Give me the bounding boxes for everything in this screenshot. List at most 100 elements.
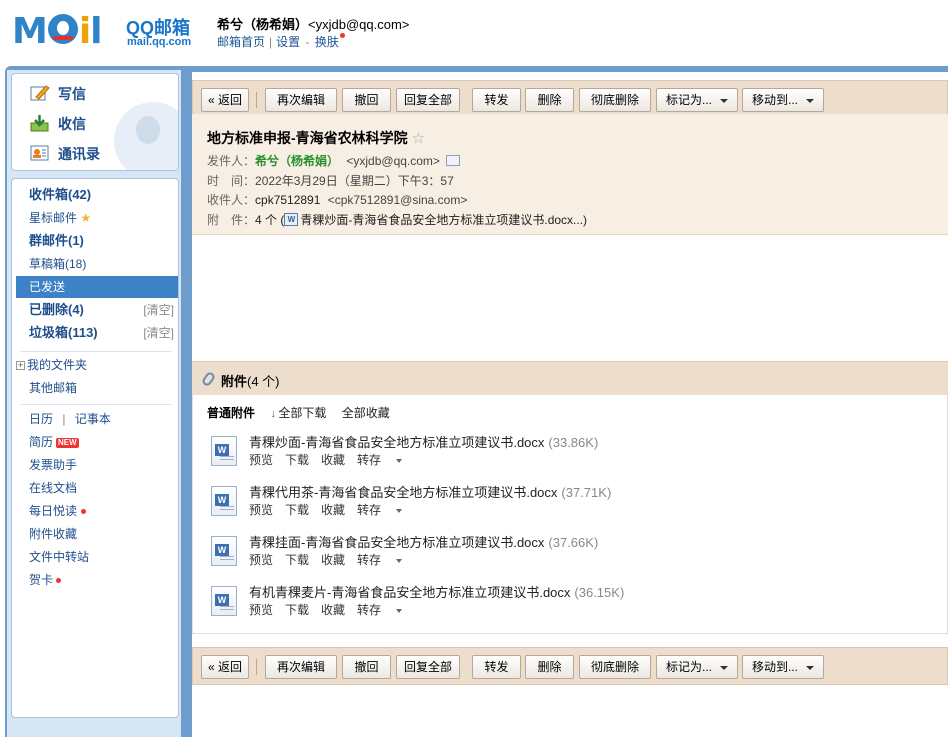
app-invoice-assistant[interactable]: 发票助手 xyxy=(12,454,178,476)
contacts-button[interactable]: 通讯录 xyxy=(30,143,100,165)
attachments-panel: 普通附件 ↓全部下载 全部收藏 青稞炒面-青海省食品安全地方标准立项建议书.do… xyxy=(192,395,948,634)
download-link[interactable]: 下载 xyxy=(285,503,309,517)
settings-link[interactable]: 设置 xyxy=(276,35,300,49)
mark-as-dropdown[interactable]: 标记为... xyxy=(656,88,738,112)
preview-link[interactable]: 预览 xyxy=(249,603,273,617)
download-link[interactable]: 下载 xyxy=(285,603,309,617)
folder-starred[interactable]: 星标邮件 ★ xyxy=(12,207,178,229)
transfer-dropdown[interactable]: 转存 xyxy=(357,553,403,567)
forward-button[interactable]: 转发 xyxy=(472,655,521,679)
user-display-name: 希兮（杨希娟） xyxy=(217,17,309,32)
star-toggle-icon[interactable]: ☆ xyxy=(412,130,425,147)
attachment-name[interactable]: 青稞炒面-青海省食品安全地方标准立项建议书.docx xyxy=(249,435,544,450)
app-greeting-cards[interactable]: 贺卡 xyxy=(12,569,178,591)
forward-button[interactable]: 转发 xyxy=(472,88,521,112)
app-attachment-favorites[interactable]: 附件收藏 xyxy=(12,523,178,545)
recipient-name[interactable]: cpk7512891 xyxy=(255,193,320,207)
top-toolbar: « 返回 再次编辑 撤回 回复全部 转发 删除 彻底删除 标记为... 移动到.… xyxy=(192,80,948,118)
app-file-transfer[interactable]: 文件中转站 xyxy=(12,546,178,568)
recall-button[interactable]: 撤回 xyxy=(342,655,391,679)
folder-deleted[interactable]: 已删除(4) [清空] xyxy=(12,299,178,321)
reply-all-button[interactable]: 回复全部 xyxy=(396,655,460,679)
empty-deleted-button[interactable]: [清空] xyxy=(143,299,174,321)
delete-button[interactable]: 删除 xyxy=(525,655,574,679)
empty-spam-button[interactable]: [清空] xyxy=(143,322,174,344)
attachments-title: 附件 xyxy=(221,374,248,389)
word-doc-icon[interactable] xyxy=(211,486,237,516)
receive-button[interactable]: 收信 xyxy=(30,113,86,135)
folder-sent[interactable]: 已发送 xyxy=(16,276,178,298)
save-link[interactable]: 收藏 xyxy=(321,553,345,567)
mark-as-dropdown[interactable]: 标记为... xyxy=(656,655,738,679)
transfer-dropdown[interactable]: 转存 xyxy=(357,503,403,517)
delete-forever-button[interactable]: 彻底删除 xyxy=(579,655,651,679)
save-link[interactable]: 收藏 xyxy=(321,603,345,617)
attachment-item: 青稞炒面-青海省食品安全地方标准立项建议书.docx (33.86K) 预览下载收… xyxy=(207,430,927,474)
compose-button[interactable]: 写信 xyxy=(30,83,86,105)
back-button[interactable]: « 返回 xyxy=(201,655,249,679)
preview-link[interactable]: 预览 xyxy=(249,453,273,467)
attachment-size: (37.66K) xyxy=(548,535,599,550)
word-doc-icon[interactable] xyxy=(211,436,237,466)
attachment-size: (37.71K) xyxy=(561,485,612,500)
attachment-name[interactable]: 有机青稞麦片-青海省食品安全地方标准立项建议书.docx xyxy=(249,585,570,600)
reedit-button[interactable]: 再次编辑 xyxy=(265,655,337,679)
chevron-down-icon xyxy=(396,508,403,513)
chevron-down-icon xyxy=(720,98,728,103)
notification-dot xyxy=(81,509,87,515)
folder-group-mail[interactable]: 群邮件(1) xyxy=(12,230,178,252)
reply-all-button[interactable]: 回复全部 xyxy=(396,88,460,112)
folder-inbox[interactable]: 收件箱(42) xyxy=(12,184,178,206)
attachment-name[interactable]: 青稞挂面-青海省食品安全地方标准立项建议书.docx xyxy=(249,535,544,550)
logo-url: mail.qq.com xyxy=(127,36,192,48)
attachment-item: 有机青稞麦片-青海省食品安全地方标准立项建议书.docx (36.15K) 预览下… xyxy=(207,580,927,624)
notification-dot xyxy=(339,33,345,38)
calendar-link[interactable]: 日历 xyxy=(29,412,53,426)
user-email: <yxjdb@qq.com> xyxy=(308,17,410,32)
change-skin-link[interactable]: 换肤 xyxy=(315,35,339,49)
folder-spam[interactable]: 垃圾箱(113) [清空] xyxy=(12,322,178,344)
word-doc-icon[interactable] xyxy=(211,586,237,616)
preview-link[interactable]: 预览 xyxy=(249,503,273,517)
transfer-dropdown[interactable]: 转存 xyxy=(357,603,403,617)
download-link[interactable]: 下载 xyxy=(285,553,309,567)
sender-email: <yxjdb@qq.com> xyxy=(346,154,440,168)
pencil-icon xyxy=(30,84,50,102)
compose-panel: 写信 收信 通讯录 xyxy=(11,73,179,171)
delete-forever-button[interactable]: 彻底删除 xyxy=(579,88,651,112)
attachment-summary-link[interactable]: 青稞炒面-青海省食品安全地方标准立项建议书.docx...) xyxy=(300,213,587,227)
sender-name[interactable]: 希兮（杨希娟） xyxy=(255,154,339,168)
expand-plus-icon[interactable]: + xyxy=(16,361,25,370)
my-folders[interactable]: + 我的文件夹 xyxy=(12,354,178,376)
download-all-button[interactable]: ↓ 全部下载 xyxy=(270,406,326,420)
divider xyxy=(20,351,172,352)
other-mailboxes[interactable]: 其他邮箱 xyxy=(12,377,178,399)
move-to-dropdown[interactable]: 移动到... xyxy=(742,655,824,679)
notes-link[interactable]: 记事本 xyxy=(75,412,111,426)
move-to-dropdown[interactable]: 移动到... xyxy=(742,88,824,112)
app-daily-reading[interactable]: 每日悦读 xyxy=(12,500,178,522)
attachment-size: (36.15K) xyxy=(574,585,625,600)
preview-link[interactable]: 预览 xyxy=(249,553,273,567)
attachment-name[interactable]: 青稞代用茶-青海省食品安全地方标准立项建议书.docx xyxy=(249,485,557,500)
app-resume[interactable]: 简历 NEW xyxy=(12,431,178,453)
save-link[interactable]: 收藏 xyxy=(321,503,345,517)
delete-button[interactable]: 删除 xyxy=(525,88,574,112)
notification-dot xyxy=(56,578,62,584)
app-online-docs[interactable]: 在线文档 xyxy=(12,477,178,499)
folder-drafts[interactable]: 草稿箱(18) xyxy=(12,253,178,275)
transfer-dropdown[interactable]: 转存 xyxy=(357,453,403,467)
back-button[interactable]: « 返回 xyxy=(201,88,249,112)
save-link[interactable]: 收藏 xyxy=(321,453,345,467)
download-link[interactable]: 下载 xyxy=(285,453,309,467)
reedit-button[interactable]: 再次编辑 xyxy=(265,88,337,112)
mailbox-home-link[interactable]: 邮箱首页 xyxy=(217,35,265,49)
chevron-down-icon xyxy=(396,458,403,463)
qq-mail-logo[interactable]: Mil QQ邮箱 mail.qq.com xyxy=(12,12,202,52)
recall-button[interactable]: 撤回 xyxy=(342,88,391,112)
save-all-button[interactable]: 全部收藏 xyxy=(342,406,390,420)
contact-card-icon[interactable] xyxy=(445,155,460,167)
contact-card-icon xyxy=(30,144,50,162)
word-doc-icon[interactable] xyxy=(211,536,237,566)
attachment-item: 青稞挂面-青海省食品安全地方标准立项建议书.docx (37.66K) 预览下载收… xyxy=(207,530,927,574)
